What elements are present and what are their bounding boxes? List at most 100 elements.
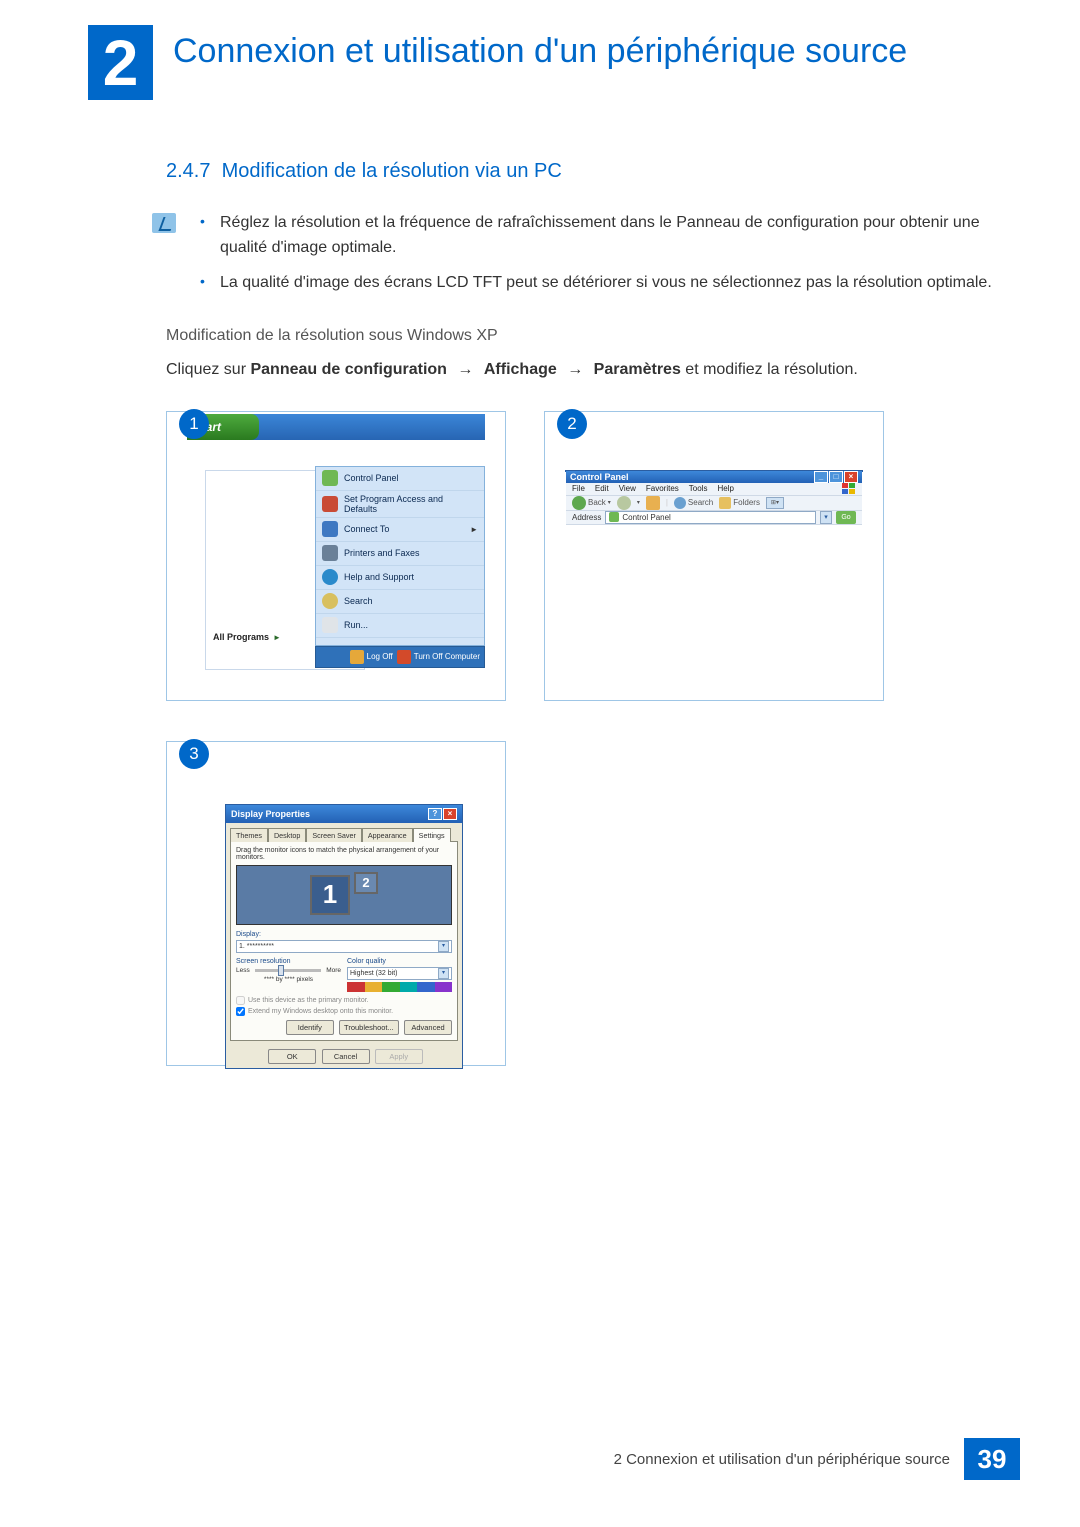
tab-screensaver[interactable]: Screen Saver bbox=[306, 828, 362, 842]
menu-favorites[interactable]: Favorites bbox=[646, 484, 679, 493]
minimize-button[interactable]: _ bbox=[814, 471, 828, 483]
search-button[interactable]: Search bbox=[674, 497, 713, 509]
address-label: Address bbox=[572, 513, 601, 522]
cancel-button[interactable]: Cancel bbox=[322, 1049, 370, 1064]
folders-label: Folders bbox=[733, 498, 760, 507]
menu-item-connect-to[interactable]: Connect To ► bbox=[316, 518, 484, 542]
chapter-number: 2 bbox=[103, 31, 139, 95]
display-select-value: 1. ********** bbox=[239, 943, 274, 950]
monitor-2[interactable]: 2 bbox=[354, 872, 378, 894]
dialog-titlebar: Display Properties ? × bbox=[226, 805, 462, 823]
footer-text: 2 Connexion et utilisation d'un périphér… bbox=[614, 1438, 964, 1480]
menu-item-printers[interactable]: Printers and Faxes bbox=[316, 542, 484, 566]
note-block: Réglez la résolution et la fréquence de … bbox=[152, 211, 1010, 305]
settings-hint: Drag the monitor icons to match the phys… bbox=[236, 847, 452, 861]
tab-themes[interactable]: Themes bbox=[230, 828, 268, 842]
figure-badge: 3 bbox=[179, 739, 209, 769]
menu-file[interactable]: File bbox=[572, 484, 585, 493]
forward-dropdown[interactable]: ▾ bbox=[637, 499, 640, 506]
display-label: Display: bbox=[236, 931, 452, 938]
figure-display-properties: 3 Display Properties ? × Themes Deskt bbox=[166, 741, 506, 1066]
menu-item-control-panel[interactable]: Control Panel bbox=[316, 467, 484, 491]
control-panel-window: Control Panel _ □ × File Edit View Favor bbox=[565, 470, 863, 472]
tab-settings[interactable]: Settings bbox=[413, 828, 451, 842]
run-icon bbox=[322, 617, 338, 633]
page-number: 39 bbox=[964, 1438, 1020, 1480]
menu-item-label: Connect To bbox=[344, 524, 389, 534]
identify-button[interactable]: Identify bbox=[286, 1020, 334, 1035]
arrow-icon: → bbox=[457, 361, 473, 378]
resolution-label: Screen resolution bbox=[236, 958, 341, 965]
up-button[interactable] bbox=[646, 496, 660, 510]
menu-item-program-access[interactable]: Set Program Access and Defaults bbox=[316, 491, 484, 518]
all-programs-button[interactable]: All Programs bbox=[213, 632, 281, 642]
views-button[interactable]: ⊞▾ bbox=[766, 497, 784, 509]
chevron-down-icon: ▾ bbox=[438, 968, 449, 979]
printers-icon bbox=[322, 545, 338, 561]
log-off-button[interactable]: Log Off bbox=[350, 650, 393, 664]
close-button[interactable]: × bbox=[443, 808, 457, 820]
monitor-1[interactable]: 1 bbox=[310, 875, 350, 915]
address-bar: Address Control Panel ▾ Go bbox=[566, 511, 862, 525]
menu-edit[interactable]: Edit bbox=[595, 484, 609, 493]
back-button[interactable]: Back▾ bbox=[572, 496, 611, 510]
chapter-header: 2 Connexion et utilisation d'un périphér… bbox=[88, 25, 1020, 100]
quality-select[interactable]: Highest (32 bit)▾ bbox=[347, 967, 452, 980]
menu-help[interactable]: Help bbox=[717, 484, 733, 493]
search-label: Search bbox=[688, 498, 713, 507]
display-select[interactable]: 1. **********▾ bbox=[236, 940, 452, 953]
menu-item-run[interactable]: Run... bbox=[316, 614, 484, 638]
toolbar: Back▾ ▾ | Search Folders ⊞▾ bbox=[566, 496, 862, 511]
go-label: Go bbox=[841, 514, 850, 521]
address-field[interactable]: Control Panel bbox=[605, 511, 816, 524]
chevron-right-icon: ► bbox=[470, 525, 478, 534]
turn-off-button[interactable]: Turn Off Computer bbox=[397, 650, 480, 664]
menu-tools[interactable]: Tools bbox=[689, 484, 708, 493]
forward-button[interactable] bbox=[617, 496, 631, 510]
advanced-button[interactable]: Advanced bbox=[404, 1020, 452, 1035]
extend-desktop-checkbox[interactable]: Extend my Windows desktop onto this moni… bbox=[236, 1007, 452, 1016]
menu-item-help[interactable]: Help and Support bbox=[316, 566, 484, 590]
menu-item-search[interactable]: Search bbox=[316, 590, 484, 614]
section-title: Modification de la résolution via un PC bbox=[222, 160, 562, 182]
window-title: Control Panel bbox=[570, 472, 629, 482]
monitor-arrangement[interactable]: 1 2 bbox=[236, 865, 452, 925]
extend-desktop-input[interactable] bbox=[236, 1007, 245, 1016]
color-quality-bar bbox=[347, 982, 452, 992]
log-off-label: Log Off bbox=[367, 652, 393, 661]
program-access-icon bbox=[322, 496, 338, 512]
help-button[interactable]: ? bbox=[428, 808, 442, 820]
resolution-slider[interactable]: Less More bbox=[236, 967, 341, 974]
go-button[interactable]: Go bbox=[836, 511, 856, 524]
tab-desktop[interactable]: Desktop bbox=[268, 828, 306, 842]
search-icon bbox=[322, 593, 338, 609]
turn-off-icon bbox=[397, 650, 411, 664]
back-icon bbox=[572, 496, 586, 510]
slider-thumb[interactable] bbox=[278, 965, 284, 976]
note-item: Réglez la résolution et la fréquence de … bbox=[198, 211, 1010, 261]
menu-view[interactable]: View bbox=[619, 484, 636, 493]
close-button[interactable]: × bbox=[844, 471, 858, 483]
tab-appearance[interactable]: Appearance bbox=[362, 828, 413, 842]
instruction-step-1: Panneau de configuration bbox=[250, 361, 446, 378]
dialog-tabs: Themes Desktop Screen Saver Appearance S… bbox=[226, 823, 462, 841]
logoff-bar: Log Off Turn Off Computer bbox=[315, 646, 485, 668]
folders-button[interactable]: Folders bbox=[719, 497, 760, 509]
address-dropdown[interactable]: ▾ bbox=[820, 511, 832, 524]
section-number: 2.4.7 bbox=[166, 160, 210, 182]
back-label: Back bbox=[588, 498, 606, 507]
apply-button[interactable]: Apply bbox=[375, 1049, 423, 1064]
figure-badge: 1 bbox=[179, 409, 209, 439]
checkbox-label: Extend my Windows desktop onto this moni… bbox=[248, 1008, 393, 1015]
pixels-readout: **** by **** pixels bbox=[236, 976, 341, 983]
menu-item-label: Help and Support bbox=[344, 572, 414, 582]
menu-item-label: Control Panel bbox=[344, 473, 399, 483]
window-titlebar: Control Panel _ □ × bbox=[566, 471, 862, 483]
menu-bar: File Edit View Favorites Tools Help bbox=[566, 483, 862, 496]
section-heading: 2.4.7 Modification de la résolution via … bbox=[166, 160, 1010, 183]
maximize-button[interactable]: □ bbox=[829, 471, 843, 483]
turn-off-label: Turn Off Computer bbox=[414, 652, 480, 661]
ok-button[interactable]: OK bbox=[268, 1049, 316, 1064]
quality-label: Color quality bbox=[347, 958, 452, 965]
troubleshoot-button[interactable]: Troubleshoot... bbox=[339, 1020, 399, 1035]
